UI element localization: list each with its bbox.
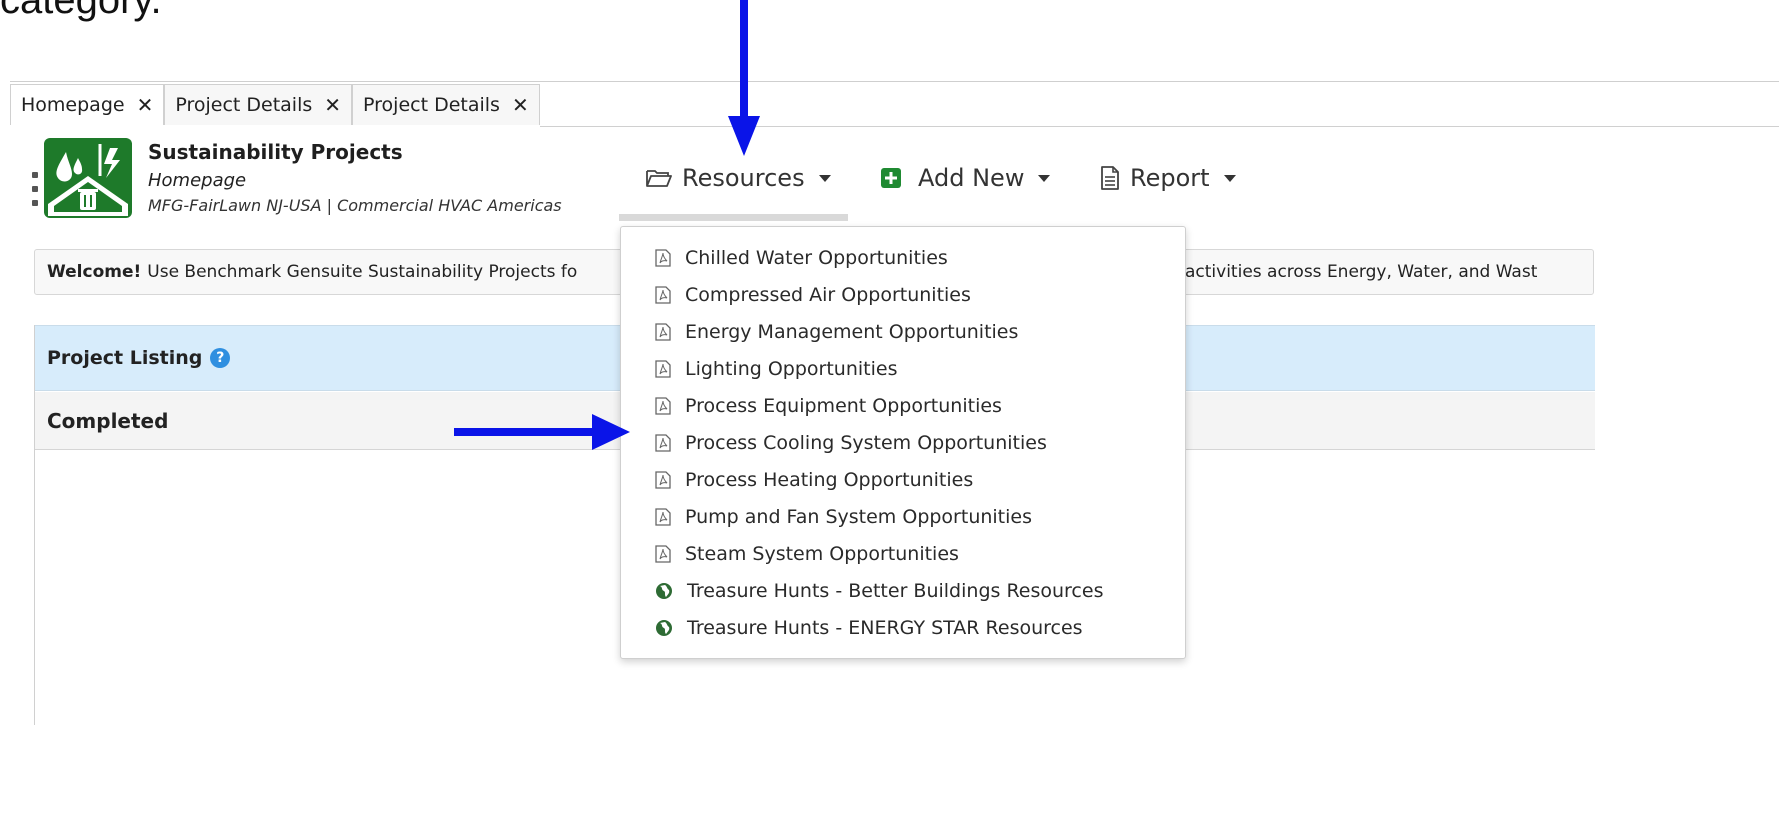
menu-item-label: Process Equipment Opportunities <box>685 395 1002 417</box>
menu-item-label: Lighting Opportunities <box>685 358 898 380</box>
welcome-bold: Welcome! <box>47 262 142 282</box>
menu-item-pump-fan[interactable]: Pump and Fan System Opportunities <box>655 502 1032 532</box>
resources-menu-button[interactable]: Resources <box>646 160 831 196</box>
folder-open-icon <box>646 170 672 187</box>
pdf-icon <box>655 545 671 563</box>
menu-item-better-buildings[interactable]: Treasure Hunts - Better Buildings Resour… <box>655 576 1103 606</box>
site-location: MFG-FairLawn NJ-USA | Commercial HVAC Am… <box>148 196 562 215</box>
caret-down-icon <box>1038 174 1051 182</box>
menu-item-label: Energy Management Opportunities <box>685 321 1019 343</box>
close-icon[interactable]: ✕ <box>324 95 341 115</box>
caret-down-icon <box>1223 174 1236 182</box>
report-menu-button[interactable]: Report <box>1100 160 1236 196</box>
tab-homepage[interactable]: Homepage ✕ <box>10 84 165 125</box>
close-icon[interactable]: ✕ <box>512 95 529 115</box>
pdf-icon <box>655 286 671 304</box>
welcome-text-tail: activities across Energy, Water, and Was… <box>1185 262 1538 282</box>
menu-item-label: Process Cooling System Opportunities <box>685 432 1047 454</box>
resources-label: Resources <box>682 164 805 192</box>
app-logo <box>44 138 132 218</box>
menu-item-energy-management[interactable]: Energy Management Opportunities <box>655 317 1018 347</box>
tab-project-details-1[interactable]: Project Details ✕ <box>164 84 353 125</box>
add-new-label: Add New <box>918 164 1025 192</box>
tab-label: Project Details <box>363 94 500 116</box>
annotation-arrow-right <box>454 414 630 450</box>
menu-item-label: Pump and Fan System Opportunities <box>685 506 1033 528</box>
section-title: Completed <box>47 408 169 433</box>
menu-item-process-cooling[interactable]: Process Cooling System Opportunities <box>655 428 1047 458</box>
pdf-icon <box>655 360 671 378</box>
menu-item-process-heating[interactable]: Process Heating Opportunities <box>655 465 973 495</box>
pdf-icon <box>655 508 671 526</box>
close-icon[interactable]: ✕ <box>137 95 154 115</box>
menu-item-compressed-air[interactable]: Compressed Air Opportunities <box>655 280 971 310</box>
menu-item-label: Treasure Hunts - ENERGY STAR Resources <box>687 617 1083 639</box>
menu-item-steam-system[interactable]: Steam System Opportunities <box>655 539 959 569</box>
tab-project-details-2[interactable]: Project Details ✕ <box>352 84 540 125</box>
globe-icon <box>656 583 672 599</box>
menu-item-energy-star[interactable]: Treasure Hunts - ENERGY STAR Resources <box>655 613 1083 643</box>
pdf-icon <box>655 397 671 415</box>
panel-title: Project Listing <box>47 347 203 369</box>
document-icon <box>1101 166 1119 190</box>
menu-item-process-equipment[interactable]: Process Equipment Opportunities <box>655 391 1002 421</box>
report-label: Report <box>1130 164 1210 192</box>
menu-item-label: Steam System Opportunities <box>685 543 959 565</box>
menu-item-lighting[interactable]: Lighting Opportunities <box>655 354 897 384</box>
app-title: Sustainability Projects <box>148 140 403 164</box>
tab-bar: Homepage ✕ Project Details ✕ Project Det… <box>10 84 540 126</box>
menu-item-label: Treasure Hunts - Better Buildings Resour… <box>687 580 1104 602</box>
menu-item-label: Process Heating Opportunities <box>685 469 974 491</box>
active-menu-indicator <box>619 214 848 221</box>
pdf-icon <box>655 471 671 489</box>
welcome-text: Use Benchmark Gensuite Sustainability Pr… <box>147 262 578 282</box>
annotation-arrow-down <box>728 0 760 156</box>
add-new-menu-button[interactable]: Add New <box>880 160 1051 196</box>
tabstrip-divider <box>10 81 1779 82</box>
menu-item-label: Chilled Water Opportunities <box>685 247 948 269</box>
caret-down-icon <box>818 174 831 182</box>
globe-icon <box>656 620 672 636</box>
pdf-icon <box>655 434 671 452</box>
plus-square-icon <box>881 168 901 188</box>
question-circle-icon[interactable]: ? <box>210 348 231 368</box>
menu-item-chilled-water[interactable]: Chilled Water Opportunities <box>655 243 948 273</box>
slide-caption: category. <box>0 0 162 22</box>
kebab-menu-icon[interactable] <box>32 172 38 206</box>
pdf-icon <box>655 249 671 267</box>
page-title: Homepage <box>148 170 247 191</box>
menu-item-label: Compressed Air Opportunities <box>685 284 971 306</box>
pdf-icon <box>655 323 671 341</box>
tab-label: Project Details <box>175 94 313 116</box>
tab-label: Homepage <box>21 94 125 116</box>
resources-dropdown-menu: Chilled Water Opportunities Compressed A… <box>620 226 1186 659</box>
